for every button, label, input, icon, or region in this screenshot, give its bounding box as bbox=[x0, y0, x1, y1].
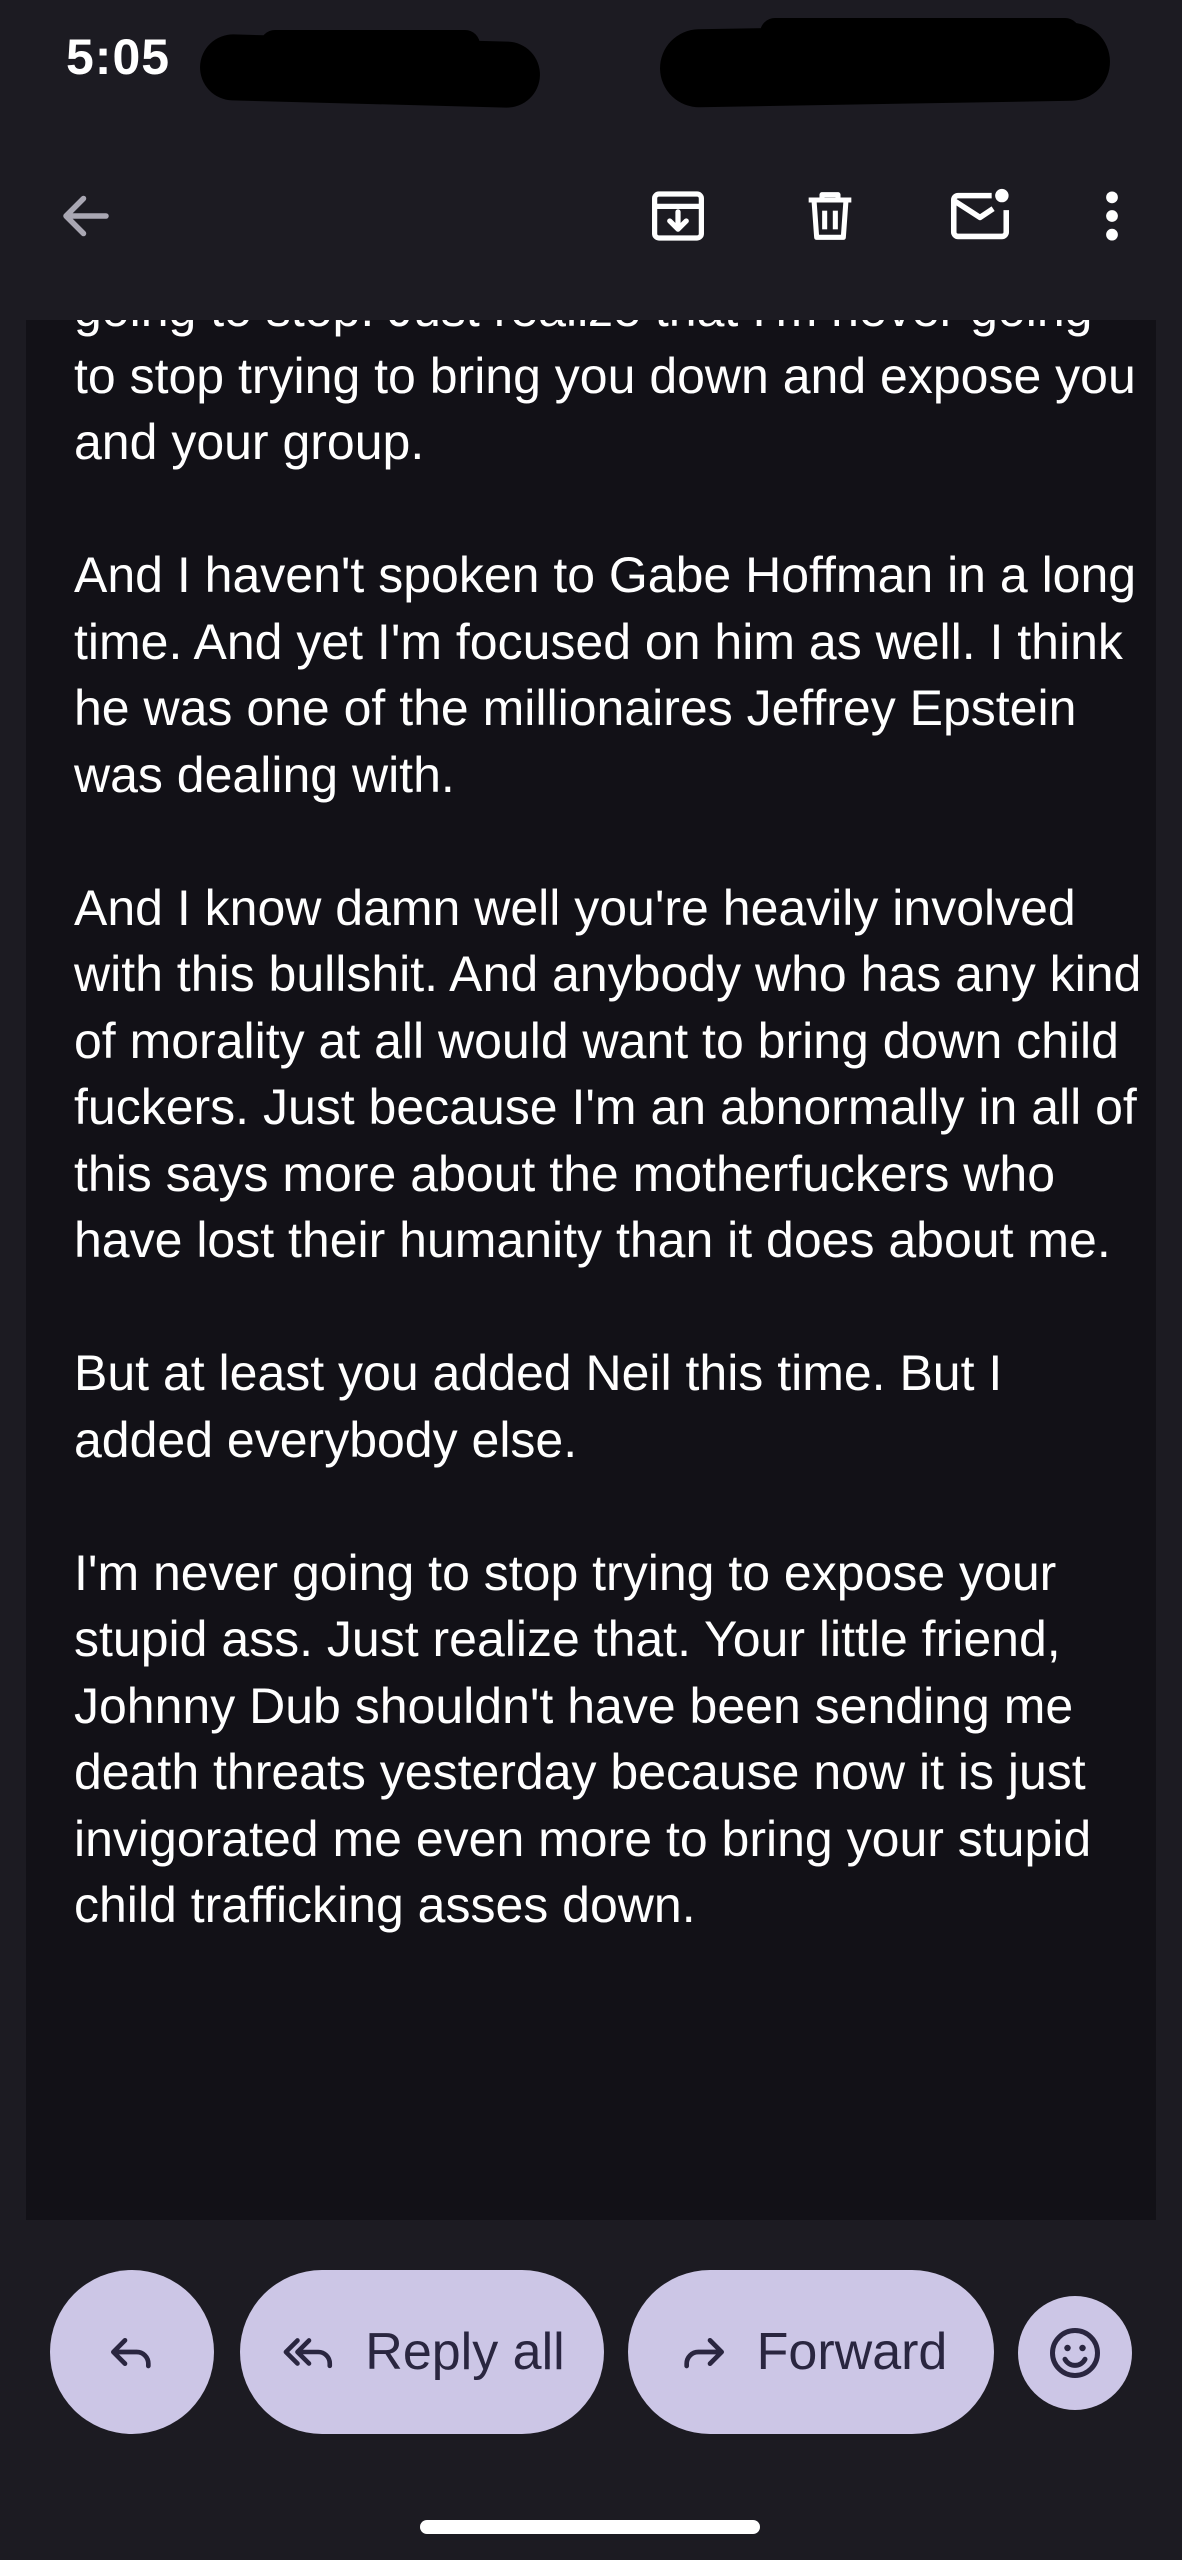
delete-button[interactable] bbox=[790, 176, 870, 256]
forward-button[interactable]: Forward bbox=[628, 2270, 994, 2434]
more-vertical-icon bbox=[1106, 191, 1118, 241]
redaction-mark bbox=[199, 33, 541, 109]
status-time: 5:05 bbox=[66, 29, 171, 85]
forward-icon bbox=[683, 2338, 724, 2369]
reply-button[interactable] bbox=[50, 2270, 214, 2434]
back-button[interactable] bbox=[46, 176, 126, 256]
status-bar: 5:05 bbox=[0, 0, 1182, 120]
arrow-left-icon bbox=[63, 195, 109, 237]
message-paragraph: And I know damn well you're heavily invo… bbox=[74, 879, 1156, 1269]
archive-button[interactable] bbox=[638, 176, 718, 256]
reply-action-bar: Reply all Forward bbox=[0, 2220, 1182, 2560]
message-paragraph: going to stop. Just realize that I'm nev… bbox=[74, 320, 1136, 470]
forward-label: Forward bbox=[756, 2323, 948, 2381]
reply-all-button[interactable]: Reply all bbox=[240, 2270, 604, 2434]
archive-icon bbox=[652, 191, 704, 241]
trash-icon bbox=[808, 192, 852, 240]
mail-unread-icon bbox=[950, 188, 1010, 240]
message-body: going to stop. Just realize that I'm nev… bbox=[74, 320, 1144, 2005]
emoji-reaction-button[interactable] bbox=[1018, 2296, 1132, 2410]
emoji-icon bbox=[1050, 2328, 1100, 2378]
message-body-panel[interactable]: going to stop. Just realize that I'm nev… bbox=[26, 320, 1156, 2220]
mark-unread-button[interactable] bbox=[940, 176, 1020, 256]
gesture-nav-handle[interactable] bbox=[420, 2520, 760, 2534]
message-paragraph: But at least you added Neil this time. B… bbox=[74, 1345, 1017, 1468]
redaction-mark bbox=[659, 22, 1111, 108]
message-paragraph: And I haven't spoken to Gabe Hoffman in … bbox=[74, 547, 1151, 803]
email-toolbar bbox=[0, 120, 1182, 320]
reply-icon bbox=[111, 2338, 151, 2369]
message-paragraph: I'm never going to stop trying to expose… bbox=[74, 1544, 1106, 1934]
reply-all-label: Reply all bbox=[365, 2323, 565, 2381]
more-options-button[interactable] bbox=[1072, 176, 1152, 256]
reply-all-icon bbox=[283, 2338, 333, 2369]
